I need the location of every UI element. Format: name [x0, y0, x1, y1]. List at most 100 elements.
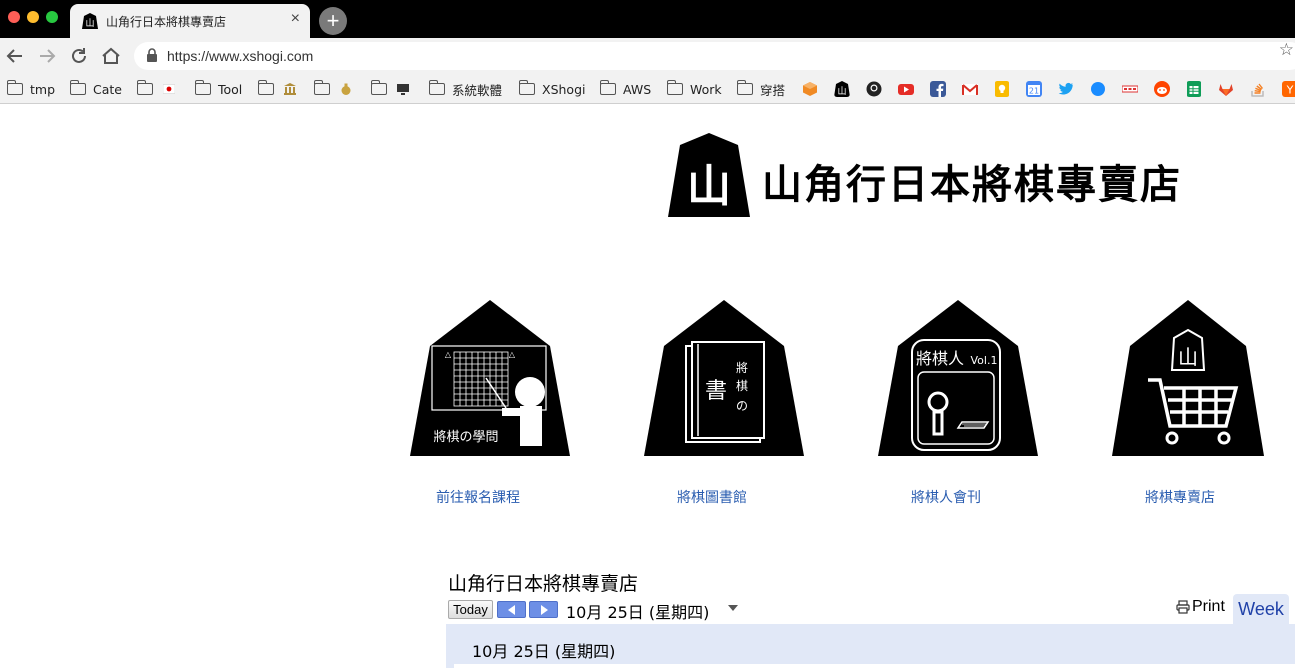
folder-icon: [6, 80, 23, 95]
folder-icon: [599, 80, 616, 95]
link-enroll-courses[interactable]: 前往報名課程: [398, 487, 558, 507]
address-bar[interactable]: https://www.xshogi.com: [134, 42, 1295, 70]
reddit-icon[interactable]: [1154, 81, 1170, 97]
sheets-icon[interactable]: [1186, 81, 1202, 97]
piece-lesson-icon[interactable]: △ △ 將棋の學問: [410, 300, 570, 458]
calendar-day-header: 10月 25日 (星期四): [446, 624, 1295, 668]
folder-icon: [257, 80, 274, 95]
svg-text:の: の: [736, 399, 748, 413]
browser-tab[interactable]: 山 山角行日本將棋專賣店 ×: [70, 4, 310, 38]
bookmark-folder-bank[interactable]: [257, 80, 296, 98]
svg-text:書: 書: [705, 379, 727, 404]
folder-icon: [313, 80, 330, 95]
calendar-title: 山角行日本將棋專賣店: [448, 573, 639, 595]
folder-icon: [736, 80, 753, 95]
browser-toolbar: https://www.xshogi.com ☆: [0, 38, 1295, 74]
shogi-icon[interactable]: 山: [834, 81, 850, 97]
folder-icon: [518, 80, 535, 95]
back-button[interactable]: [2, 43, 28, 69]
lock-icon: [147, 48, 157, 62]
github-icon[interactable]: [866, 81, 882, 97]
minimize-window-button[interactable]: [27, 11, 39, 23]
svg-text:將棋人: 將棋人: [916, 349, 964, 368]
prev-day-button[interactable]: [497, 601, 526, 618]
svg-text:山: 山: [687, 161, 731, 212]
bookmark-folder-xshogi[interactable]: XShogi: [518, 80, 585, 98]
reload-button[interactable]: [66, 43, 92, 69]
gmail-icon[interactable]: [962, 81, 978, 97]
reload-icon: [72, 48, 86, 63]
arrow-left-icon: [6, 49, 22, 63]
svg-text:Vol.1: Vol.1: [971, 354, 998, 367]
svg-text:將: 將: [736, 360, 748, 375]
close-window-button[interactable]: [8, 11, 20, 23]
maximize-window-button[interactable]: [46, 11, 58, 23]
day-header-label: 10月 25日 (星期四): [472, 642, 616, 661]
site-logo-piece[interactable]: 山: [668, 133, 750, 217]
arrow-right-icon: [40, 49, 56, 63]
bookmark-star-icon[interactable]: ☆: [1279, 40, 1294, 60]
slides-icon[interactable]: [1122, 81, 1138, 97]
blue-dot-icon[interactable]: [1090, 81, 1106, 97]
keep-icon[interactable]: [994, 81, 1010, 97]
calendar-icon[interactable]: 21: [1026, 81, 1042, 97]
home-icon: [102, 47, 120, 64]
bookmark-folder-aws[interactable]: AWS: [599, 80, 651, 98]
tab-title: 山角行日本將棋專賣店: [106, 15, 227, 29]
bookmarks-bar: tmp Cate Tool 系統軟體 XShogi AWS Work 穿搭 山 …: [0, 74, 1295, 104]
youtube-icon[interactable]: [898, 81, 914, 97]
folder-icon: [69, 80, 86, 95]
next-day-button[interactable]: [529, 601, 558, 618]
svg-text:△: △: [445, 350, 452, 359]
piece-magazine-icon[interactable]: 將棋人 Vol.1: [878, 300, 1038, 458]
folder-icon: [194, 80, 211, 95]
aws-cube-icon[interactable]: [802, 81, 818, 97]
bookmark-folder-money[interactable]: [313, 80, 352, 98]
day-body: [454, 664, 1295, 668]
tab-week[interactable]: Week: [1233, 594, 1289, 624]
bookmark-folder-cate[interactable]: Cate: [69, 80, 122, 98]
folder-icon: [428, 80, 445, 95]
printer-icon: [1176, 600, 1190, 614]
computer-icon: [397, 84, 409, 95]
twitter-icon[interactable]: [1058, 81, 1074, 97]
stackoverflow-icon[interactable]: [1250, 81, 1266, 97]
bookmark-folder-japan[interactable]: [136, 80, 175, 98]
print-button[interactable]: Print: [1176, 598, 1225, 616]
gitlab-icon[interactable]: [1218, 81, 1234, 97]
bookmark-folder-tmp[interactable]: tmp: [6, 80, 55, 98]
bank-icon: [284, 83, 296, 95]
home-button[interactable]: [98, 43, 124, 69]
triangle-left-icon: [508, 605, 515, 615]
bookmark-folder-fashion[interactable]: 穿搭: [736, 80, 785, 98]
svg-text:山: 山: [85, 18, 94, 29]
facebook-icon[interactable]: [930, 81, 946, 97]
svg-text:將棋の學問: 將棋の學問: [433, 430, 498, 445]
window-titlebar: 山 山角行日本將棋專賣店 × +: [0, 0, 1295, 38]
bookmark-folder-computer[interactable]: [370, 80, 409, 98]
ycombinator-icon[interactable]: Y: [1282, 81, 1295, 97]
forward-button[interactable]: [34, 43, 60, 69]
shogi-favicon-icon: 山: [82, 13, 98, 29]
svg-text:山: 山: [1178, 345, 1198, 369]
piece-library-icon[interactable]: 書 將 棋 の: [644, 300, 804, 458]
new-tab-button[interactable]: +: [319, 7, 347, 35]
japan-flag-icon: [163, 84, 175, 94]
url-text: https://www.xshogi.com: [167, 48, 314, 64]
link-shogi-magazine[interactable]: 將棋人會刊: [866, 487, 1026, 507]
bookmark-folder-tool[interactable]: Tool: [194, 80, 242, 98]
link-shogi-shop[interactable]: 將棋專賣店: [1100, 487, 1260, 507]
svg-text:△: △: [509, 350, 516, 359]
calendar-date-label[interactable]: 10月 25日 (星期四): [566, 599, 709, 623]
chevron-down-icon[interactable]: [728, 605, 738, 611]
piece-shop-icon[interactable]: 山: [1112, 300, 1272, 458]
today-button[interactable]: Today: [448, 600, 493, 619]
money-bag-icon: [341, 83, 351, 95]
folder-icon: [136, 80, 153, 95]
folder-icon: [666, 80, 683, 95]
bookmark-folder-work[interactable]: Work: [666, 80, 722, 98]
site-logo-text: 山角行日本將棋專賣店: [762, 161, 1182, 208]
link-shogi-library[interactable]: 將棋圖書館: [632, 487, 792, 507]
tab-close-icon[interactable]: ×: [291, 10, 300, 28]
bookmark-folder-system[interactable]: 系統軟體: [428, 80, 502, 98]
